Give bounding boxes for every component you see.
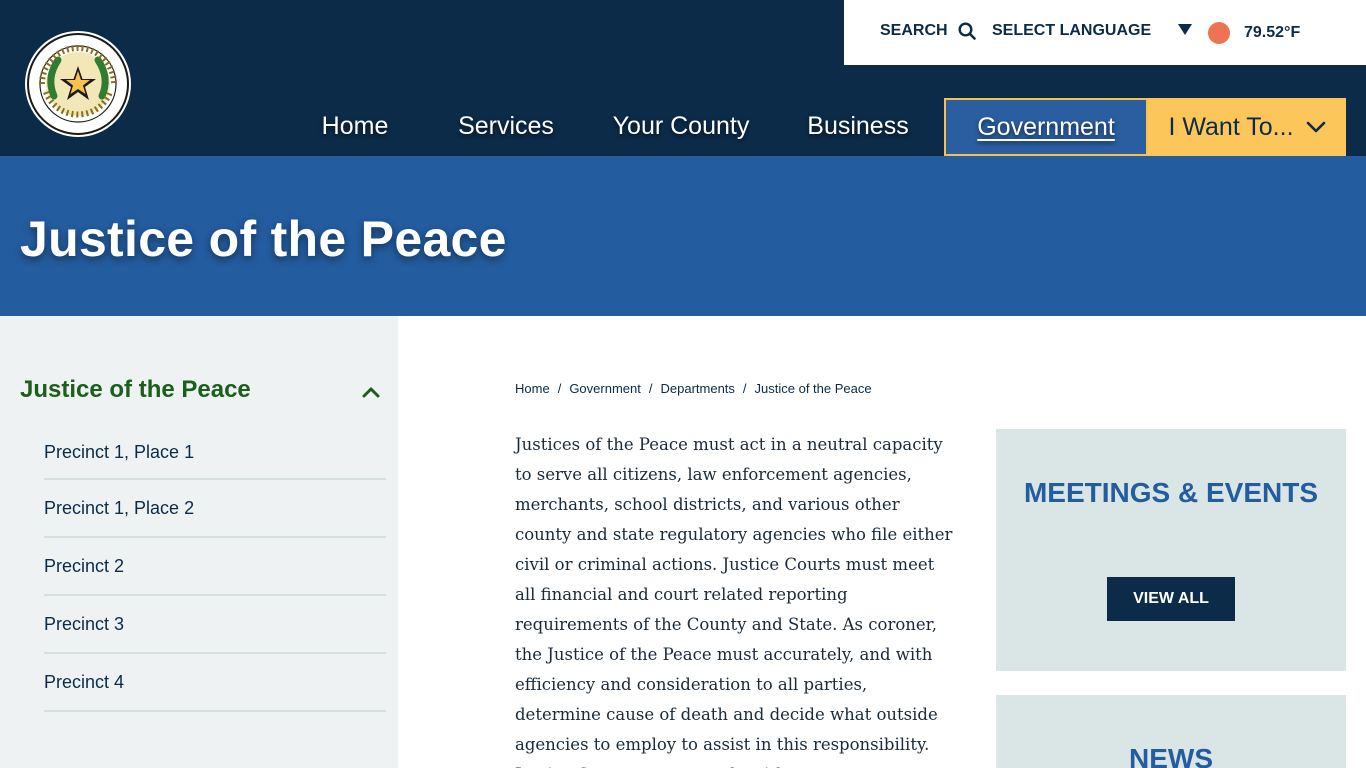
sidebar-item-precinct-3[interactable]: Precinct 3 — [44, 596, 386, 654]
nav-your-county[interactable]: Your County — [596, 96, 766, 156]
nav-business[interactable]: Business — [790, 96, 926, 156]
nav-services[interactable]: Services — [440, 96, 572, 156]
news-title: NEWS — [1129, 743, 1213, 768]
search-label: SEARCH — [880, 22, 948, 39]
breadcrumb: Home / Government / Departments / Justic… — [515, 381, 872, 396]
nav-i-want-to-label: I Want To... — [1168, 112, 1294, 141]
nav-home[interactable]: Home — [300, 96, 410, 156]
sun-icon — [1208, 22, 1230, 44]
sidebar-heading[interactable]: Justice of the Peace — [20, 376, 251, 404]
news-card: NEWS — [996, 695, 1346, 768]
search-button[interactable]: SEARCH — [880, 22, 976, 40]
breadcrumb-home[interactable]: Home — [515, 381, 550, 396]
sidebar-list: Precinct 1, Place 1 Precinct 1, Place 2 … — [44, 434, 386, 712]
sidebar: Justice of the Peace Precinct 1, Place 1… — [0, 316, 398, 768]
language-label: SELECT LANGUAGE — [992, 22, 1152, 39]
page-title: Justice of the Peace — [20, 211, 507, 267]
breadcrumb-separator: / — [557, 381, 562, 396]
sidebar-item-precinct-4[interactable]: Precinct 4 — [44, 654, 386, 712]
sidebar-item-precinct-2[interactable]: Precinct 2 — [44, 538, 386, 596]
content-paragraph: Justices of the Peace must act in a neut… — [515, 435, 953, 768]
view-all-button[interactable]: VIEW ALL — [1107, 577, 1235, 621]
weather-widget: 79.52°F — [1208, 22, 1300, 44]
breadcrumb-current: Justice of the Peace — [754, 381, 872, 396]
breadcrumb-government[interactable]: Government — [569, 381, 641, 396]
temperature-value: 79.52°F — [1244, 24, 1301, 41]
site-header: SEARCH SELECT LANGUAGE 79.52°F Home Serv… — [0, 0, 1366, 156]
page-banner: Justice of the Peace — [0, 156, 1366, 316]
breadcrumb-departments[interactable]: Departments — [660, 381, 734, 396]
sidebar-item-precinct-1-place-1[interactable]: Precinct 1, Place 1 — [44, 434, 386, 480]
main-nav: Home Services Your County Business Gover… — [0, 96, 1366, 156]
breadcrumb-separator: / — [742, 381, 747, 396]
sidebar-item-precinct-1-place-2[interactable]: Precinct 1, Place 2 — [44, 480, 386, 538]
meetings-events-title: MEETINGS & EVENTS — [1023, 477, 1319, 508]
utility-bar: SEARCH SELECT LANGUAGE 79.52°F — [844, 0, 1366, 65]
nav-i-want-to[interactable]: I Want To... — [1148, 98, 1346, 156]
search-icon — [958, 22, 976, 40]
language-select[interactable]: SELECT LANGUAGE — [992, 22, 1192, 40]
chevron-up-icon[interactable] — [360, 384, 382, 400]
breadcrumb-separator: / — [648, 381, 653, 396]
meetings-events-card: MEETINGS & EVENTS VIEW ALL — [996, 429, 1346, 671]
nav-government[interactable]: Government — [944, 98, 1148, 156]
chevron-down-icon — [1306, 121, 1325, 133]
caret-down-icon — [1178, 24, 1192, 35]
